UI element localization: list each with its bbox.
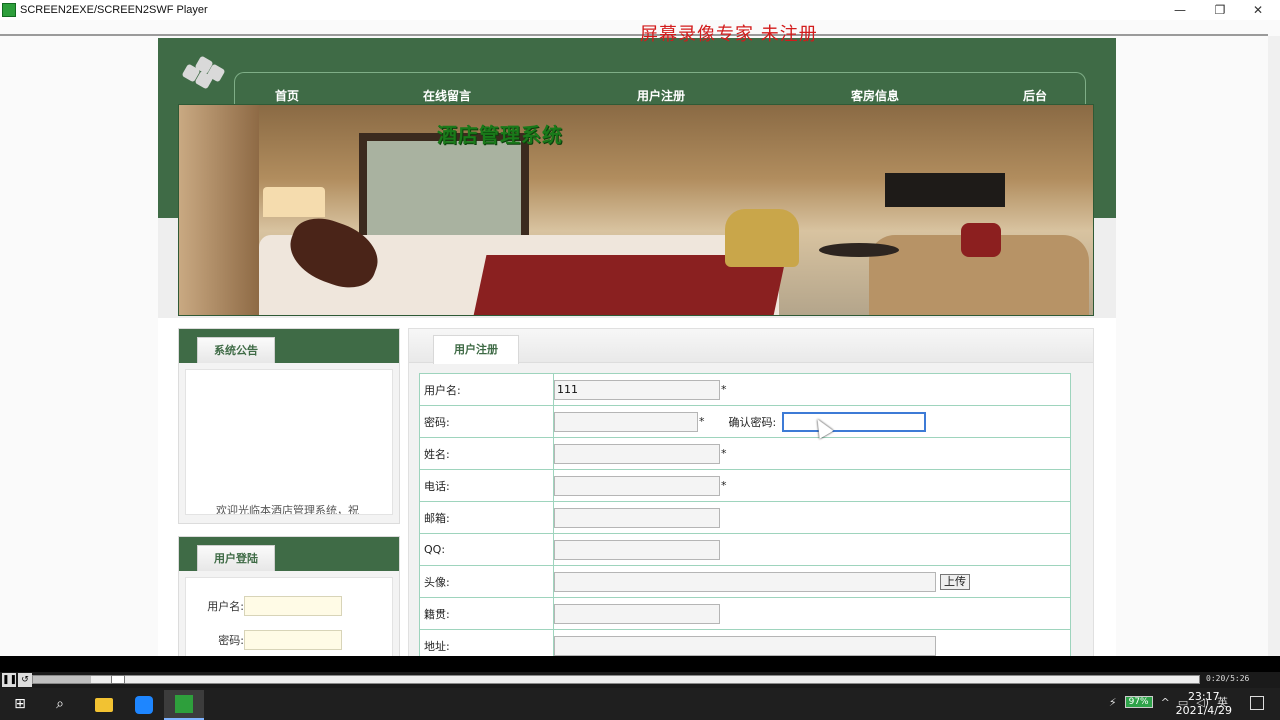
required-star: *: [721, 383, 727, 396]
name-input[interactable]: [554, 443, 720, 464]
browser-edge: [0, 34, 1268, 36]
restore-button[interactable]: ❐: [1200, 0, 1240, 20]
seek-thumb[interactable]: [111, 675, 125, 684]
register-panel: 用户注册 用户名: 111* 密码: *确认密码: 姓名: * 电话: *: [408, 328, 1094, 656]
form-row-phone: 电话: *: [419, 469, 1071, 502]
qq-input[interactable]: [554, 539, 720, 560]
power-icon: ⚡: [1108, 695, 1117, 709]
login-box: 用户登陆 用户名: 密码:: [178, 536, 400, 656]
seek-progress: [33, 676, 91, 683]
login-username-input[interactable]: [244, 596, 342, 616]
web-page: 首页 在线留言 用户注册 客房信息 后台 酒店管理系统 系统公告 欢迎光临本酒店…: [158, 38, 1116, 656]
hexagon-logo-icon: [180, 55, 226, 90]
confirm-password-label: 确认密码:: [728, 415, 777, 429]
screen-player-taskbar-icon[interactable]: [164, 690, 204, 720]
password-label: 密码:: [419, 405, 554, 438]
playback-time: 0:20/5:26: [1206, 674, 1250, 683]
email-input[interactable]: [554, 507, 720, 528]
minimize-button[interactable]: —: [1160, 0, 1200, 20]
confirm-password-input[interactable]: [782, 411, 927, 432]
form-row-address: 地址:: [419, 629, 1071, 656]
seek-bar[interactable]: [32, 675, 1200, 684]
form-row-password: 密码: * 确认密码:: [419, 405, 1071, 438]
recorder-watermark: 屏幕录像专家 未注册: [640, 24, 818, 45]
register-tab: 用户注册: [433, 335, 519, 364]
nav-admin[interactable]: 后台: [1023, 87, 1047, 104]
player-title-bar: SCREEN2EXE/SCREEN2SWF Player — ❐ ✕: [0, 0, 1280, 20]
app-u-icon[interactable]: [124, 690, 164, 720]
video-viewport: 首页 在线留言 用户注册 客房信息 后台 酒店管理系统 系统公告 欢迎光临本酒店…: [0, 20, 1280, 656]
windows-start-icon[interactable]: ⊞: [8, 692, 32, 716]
search-icon[interactable]: ⌕: [48, 692, 72, 716]
hometown-input[interactable]: [554, 603, 720, 624]
notice-box: 系统公告 欢迎光临本酒店管理系统，祝: [178, 328, 400, 524]
email-label: 邮箱:: [419, 501, 554, 534]
system-clock[interactable]: 23:17 2021/4/29: [1176, 690, 1232, 718]
nav-register[interactable]: 用户注册: [637, 87, 685, 104]
app-icon: [2, 3, 16, 17]
name-label: 姓名:: [419, 437, 554, 470]
upload-button[interactable]: 上传: [940, 573, 970, 590]
avatar-label: 头像:: [419, 565, 554, 598]
clock-time: 23:17: [1187, 690, 1220, 703]
username-input[interactable]: 111: [554, 379, 720, 400]
address-input[interactable]: [554, 635, 936, 656]
required-star: *: [721, 479, 727, 492]
form-row-username: 用户名: 111 *: [419, 373, 1071, 406]
hotel-banner-image: 酒店管理系统: [178, 104, 1094, 316]
banner-title: 酒店管理系统: [437, 123, 563, 147]
form-row-hometown: 籍贯:: [419, 597, 1071, 630]
username-label: 用户名:: [419, 373, 554, 406]
address-label: 地址:: [419, 629, 554, 656]
required-star: *: [699, 415, 705, 428]
notification-icon[interactable]: [1250, 696, 1264, 710]
scrollbar[interactable]: [1268, 36, 1280, 656]
required-star: *: [721, 447, 727, 460]
phone-input[interactable]: [554, 475, 720, 496]
close-button[interactable]: ✕: [1238, 0, 1278, 20]
windows-taskbar: ⊞ ⌕ ⚡ 97% ^ ▭ ◁) 英 23:17 2021/4/29: [0, 688, 1280, 720]
nav-rooms[interactable]: 客房信息: [851, 87, 899, 104]
form-row-name: 姓名: *: [419, 437, 1071, 470]
password-input[interactable]: [554, 411, 698, 432]
hometown-label: 籍贯:: [419, 597, 554, 630]
register-form: 用户名: 111 * 密码: * 确认密码: 姓名: * 电话: * 邮箱: Q…: [419, 373, 1071, 656]
site-header: 首页 在线留言 用户注册 客房信息 后台 酒店管理系统: [158, 38, 1116, 318]
login-tab: 用户登陆: [197, 545, 275, 571]
notice-text: 欢迎光临本酒店管理系统，祝: [216, 504, 359, 515]
login-username-label: 用户名:: [207, 600, 244, 613]
rewind-icon[interactable]: ↺: [18, 673, 32, 687]
nav-home[interactable]: 首页: [275, 87, 299, 104]
nav-guestbook[interactable]: 在线留言: [423, 87, 471, 104]
window-title: SCREEN2EXE/SCREEN2SWF Player: [20, 4, 208, 16]
pause-icon[interactable]: ❚❚: [2, 673, 17, 687]
clock-date: 2021/4/29: [1175, 704, 1232, 717]
file-explorer-icon[interactable]: [84, 690, 124, 720]
form-row-qq: QQ:: [419, 533, 1071, 566]
form-row-avatar: 头像: 上传: [419, 565, 1071, 598]
form-row-email: 邮箱:: [419, 501, 1071, 534]
phone-label: 电话:: [419, 469, 554, 502]
notice-tab: 系统公告: [197, 337, 275, 363]
player-controls: ❚❚ ↺ 0:20/5:26: [0, 672, 1280, 688]
login-password-input[interactable]: [244, 630, 342, 650]
tray-expand-icon[interactable]: ^: [1161, 696, 1170, 709]
avatar-input[interactable]: [554, 571, 936, 592]
login-password-label: 密码:: [218, 634, 244, 647]
qq-label: QQ:: [419, 533, 554, 566]
battery-indicator[interactable]: 97%: [1124, 696, 1153, 708]
main-nav: 首页 在线留言 用户注册 客房信息 后台: [234, 72, 1086, 104]
